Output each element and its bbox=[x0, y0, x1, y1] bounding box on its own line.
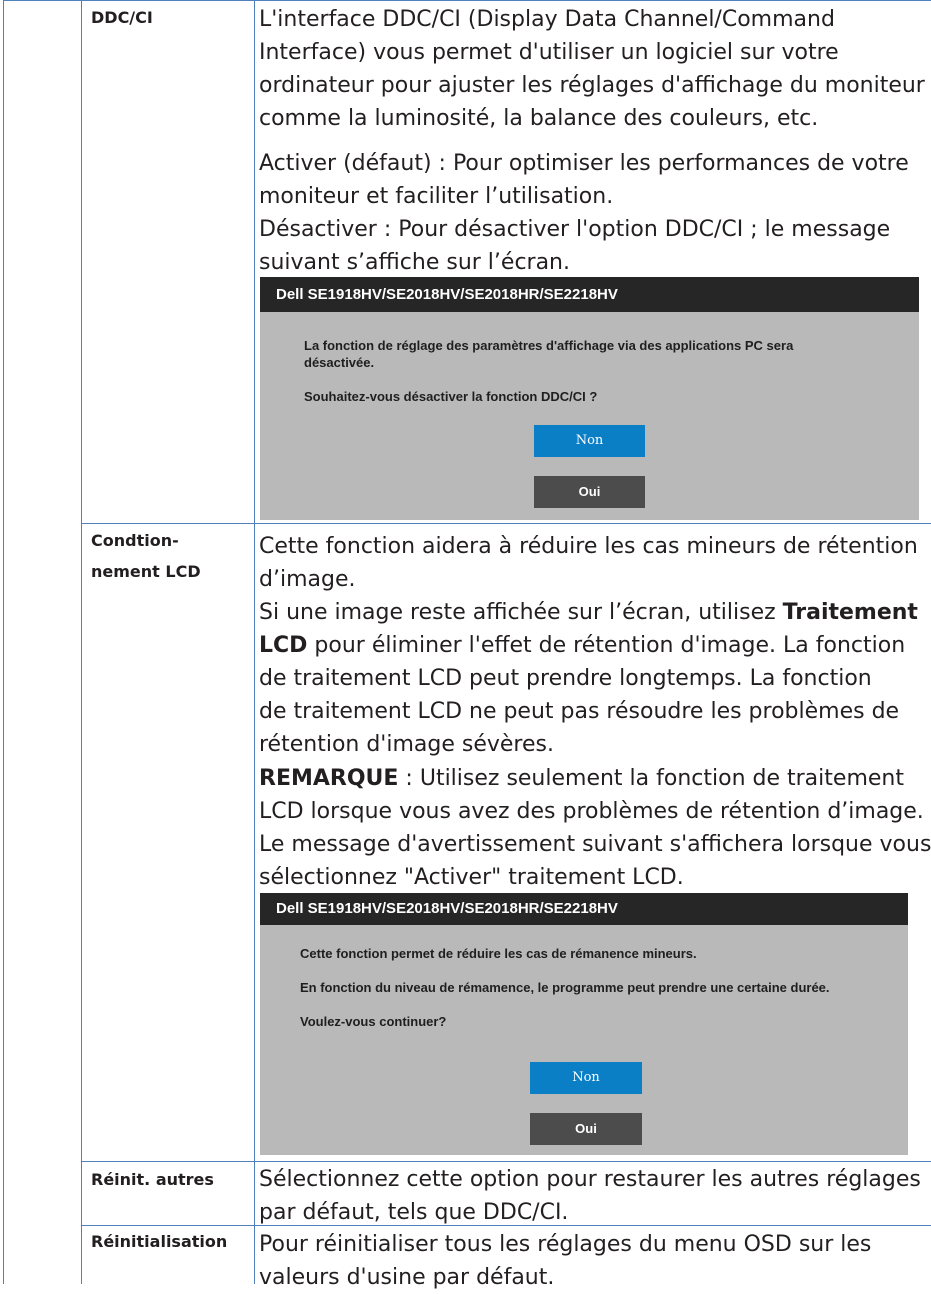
ddc-disable-dialog: Dell SE1918HV/SE2018HV/SE2018HR/SE2218HV… bbox=[260, 277, 919, 520]
dialog-message: En fonction du niveau de rémamence, le p… bbox=[300, 980, 830, 995]
dialog-question: Souhaitez-vous désactiver la fonction DD… bbox=[304, 389, 598, 404]
ddc-line: Activer (défaut) : Pour optimiser les pe… bbox=[259, 151, 909, 176]
lcd-line: Le message d'avertissement suivant s'aff… bbox=[259, 832, 931, 857]
note-label: REMARQUE bbox=[259, 766, 399, 791]
lcd-line: d’image. bbox=[259, 567, 356, 592]
reset-description: Pour réinitialiser tous les réglages du … bbox=[259, 1228, 871, 1294]
lcd-term-bold: Traitement bbox=[782, 600, 918, 625]
reset-others-description: Sélectionnez cette option pour restaurer… bbox=[259, 1163, 921, 1229]
row-label-ddc-ci: DDC/CI bbox=[91, 8, 153, 27]
ddc-line: comme la luminosité, la balance des coul… bbox=[259, 106, 819, 131]
ddc-line: Désactiver : Pour désactiver l'option DD… bbox=[259, 217, 891, 242]
lcd-line: Cette fonction aidera à réduire les cas … bbox=[259, 534, 918, 559]
ddc-line: Interface) vous permet d'utiliser un log… bbox=[259, 40, 839, 65]
row-label-text: Condtion- nement LCD bbox=[91, 531, 201, 581]
table-rule-col2 bbox=[254, 0, 255, 1284]
reset-others-line: Sélectionnez cette option pour restaurer… bbox=[259, 1167, 921, 1192]
row-label-reset: Réinitialisation bbox=[91, 1232, 228, 1251]
reset-line: valeurs d'usine par défaut. bbox=[259, 1265, 555, 1290]
ddc-line: moniteur et faciliter l’utilisation. bbox=[259, 184, 614, 209]
ddc-line: L'interface DDC/CI (Display Data Channel… bbox=[259, 7, 835, 32]
lcd-line: LCD lorsque vous avez des problèmes de r… bbox=[259, 799, 924, 824]
ddc-description: L'interface DDC/CI (Display Data Channel… bbox=[259, 3, 925, 135]
row-label-lcd-conditioning: Condtion- nement LCD bbox=[91, 525, 201, 587]
table-rule-row2 bbox=[81, 1161, 931, 1162]
table-rule-col1 bbox=[81, 0, 82, 1284]
dialog-question: Voulez-vous continuer? bbox=[300, 1014, 447, 1029]
reset-others-line: par défaut, tels que DDC/CI. bbox=[259, 1200, 569, 1225]
oui-button[interactable]: Oui bbox=[530, 1113, 642, 1145]
lcd-conditioning-dialog: Dell SE1918HV/SE2018HV/SE2018HR/SE2218HV… bbox=[260, 893, 908, 1155]
dialog-title: Dell SE1918HV/SE2018HV/SE2018HR/SE2218HV bbox=[260, 277, 919, 312]
dialog-message: La fonction de réglage des paramètres d'… bbox=[304, 338, 794, 353]
non-button[interactable]: Non bbox=[530, 1062, 642, 1094]
dialog-message: Cette fonction permet de réduire les cas… bbox=[300, 946, 697, 961]
row-label-reset-others: Réinit. autres bbox=[91, 1170, 214, 1189]
dialog-title: Dell SE1918HV/SE2018HV/SE2018HR/SE2218HV bbox=[260, 893, 908, 925]
reset-line: Pour réinitialiser tous les réglages du … bbox=[259, 1232, 872, 1257]
lcd-note: REMARQUE : Utilisez seulement la fonctio… bbox=[259, 762, 931, 894]
ddc-line: suivant s’affiche sur l’écran. bbox=[259, 250, 570, 275]
lcd-line: rétention d'image sévères. bbox=[259, 732, 554, 757]
table-rule-row1 bbox=[81, 523, 931, 524]
table-rule-left bbox=[3, 0, 4, 1284]
ddc-line: ordinateur pour ajuster les réglages d'a… bbox=[259, 73, 925, 98]
lcd-term-bold: LCD bbox=[259, 633, 308, 658]
dialog-message: désactivée. bbox=[304, 355, 375, 370]
lcd-line: pour éliminer l'effet de rétention d'ima… bbox=[307, 633, 906, 658]
lcd-line: de traitement LCD ne peut pas résoudre l… bbox=[259, 699, 900, 724]
lcd-description: Cette fonction aidera à réduire les cas … bbox=[259, 530, 918, 761]
lcd-line: Si une image reste affichée sur l’écran,… bbox=[259, 600, 783, 625]
table-rule-top bbox=[3, 0, 931, 1]
lcd-line: de traitement LCD peut prendre longtemps… bbox=[259, 666, 872, 691]
ddc-options: Activer (défaut) : Pour optimiser les pe… bbox=[259, 147, 909, 279]
lcd-line: : Utilisez seulement la fonction de trai… bbox=[398, 766, 904, 791]
lcd-line: sélectionnez "Activer" traitement LCD. bbox=[259, 865, 684, 890]
oui-button[interactable]: Oui bbox=[534, 476, 645, 508]
non-button[interactable]: Non bbox=[534, 425, 645, 457]
